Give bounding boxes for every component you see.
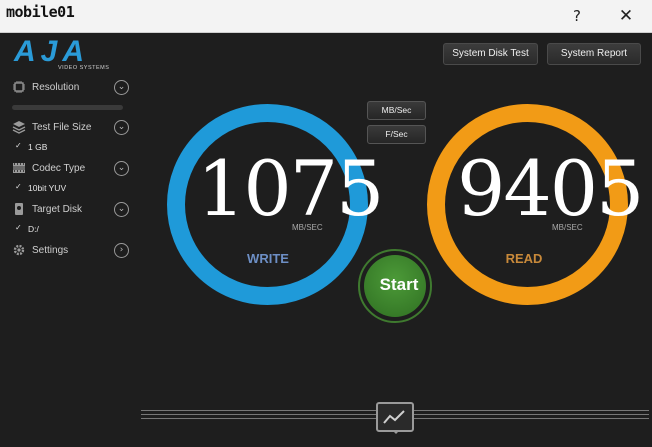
codec-type-value: ✓ 10bit YUV	[10, 180, 135, 199]
chevron-down-icon[interactable]: ⌄	[114, 120, 129, 135]
check-icon: ✓	[15, 141, 22, 150]
chevron-down-icon[interactable]: ⌄	[114, 202, 129, 217]
write-unit: MB/SEC	[292, 223, 323, 232]
start-label: Start	[379, 275, 419, 294]
test-file-size-label: Test File Size	[32, 122, 92, 133]
chevron-down-icon[interactable]: ⌄	[114, 161, 129, 176]
mbsec-button[interactable]: MB/Sec	[367, 101, 426, 120]
disk-icon	[12, 202, 26, 216]
write-label: WRITE	[247, 251, 289, 266]
aja-logo: AJA VIDEO SYSTEMS	[14, 35, 124, 72]
window-titlebar: mobile01 ? ✕	[0, 0, 652, 33]
gear-icon	[12, 243, 26, 257]
start-button[interactable]: Start	[358, 249, 432, 323]
chevron-down-icon[interactable]: ⌄	[114, 80, 129, 95]
sidebar: Resolution ⌄ Test File Size ⌄ ✓ 1 GB Cod…	[10, 77, 135, 262]
section-target-disk[interactable]: Target Disk ⌄	[10, 199, 135, 221]
test-file-size-value: ✓ 1 GB	[10, 139, 135, 158]
target-disk-label: Target Disk	[32, 204, 83, 215]
section-test-file-size[interactable]: Test File Size ⌄	[10, 117, 135, 139]
close-button[interactable]: ✕	[612, 4, 640, 28]
read-label: READ	[505, 251, 543, 266]
system-disk-test-button[interactable]: System Disk Test	[443, 43, 538, 65]
section-settings[interactable]: Settings ›	[10, 240, 135, 262]
app-body: AJA VIDEO SYSTEMS System Disk Test Syste…	[0, 33, 652, 447]
test-file-size-text: 1 GB	[28, 142, 48, 152]
codec-type-text: 10bit YUV	[28, 183, 67, 193]
graph-toggle-button[interactable]	[376, 402, 414, 434]
target-disk-text: D:/	[28, 224, 39, 234]
aja-logo-letters: AJA	[14, 35, 90, 68]
read-unit: MB/SEC	[552, 223, 583, 232]
chip-icon	[12, 80, 26, 94]
system-report-button[interactable]: System Report	[547, 43, 641, 65]
section-codec-type[interactable]: Codec Type ⌄	[10, 158, 135, 180]
film-icon	[12, 161, 26, 175]
resolution-label: Resolution	[32, 82, 80, 93]
check-icon: ✓	[15, 223, 22, 232]
slider-track[interactable]	[12, 105, 123, 110]
help-button[interactable]: ?	[563, 4, 591, 28]
resolution-slider[interactable]	[10, 99, 135, 117]
check-icon: ✓	[15, 182, 22, 191]
codec-type-label: Codec Type	[32, 163, 86, 174]
watermark-logo: mobile01	[6, 3, 75, 21]
chevron-right-icon[interactable]: ›	[114, 243, 129, 258]
settings-label: Settings	[32, 245, 69, 256]
target-disk-value: ✓ D:/	[10, 221, 135, 240]
section-resolution[interactable]: Resolution ⌄	[10, 77, 135, 99]
stack-icon	[12, 120, 26, 134]
aja-logo-subtitle: VIDEO SYSTEMS	[58, 65, 110, 71]
read-value: 9405	[457, 144, 644, 233]
line-chart-icon	[383, 410, 405, 424]
write-value: 1075	[197, 144, 384, 233]
fsec-button[interactable]: F/Sec	[367, 125, 426, 144]
start-button-face[interactable]: Start	[364, 255, 426, 317]
